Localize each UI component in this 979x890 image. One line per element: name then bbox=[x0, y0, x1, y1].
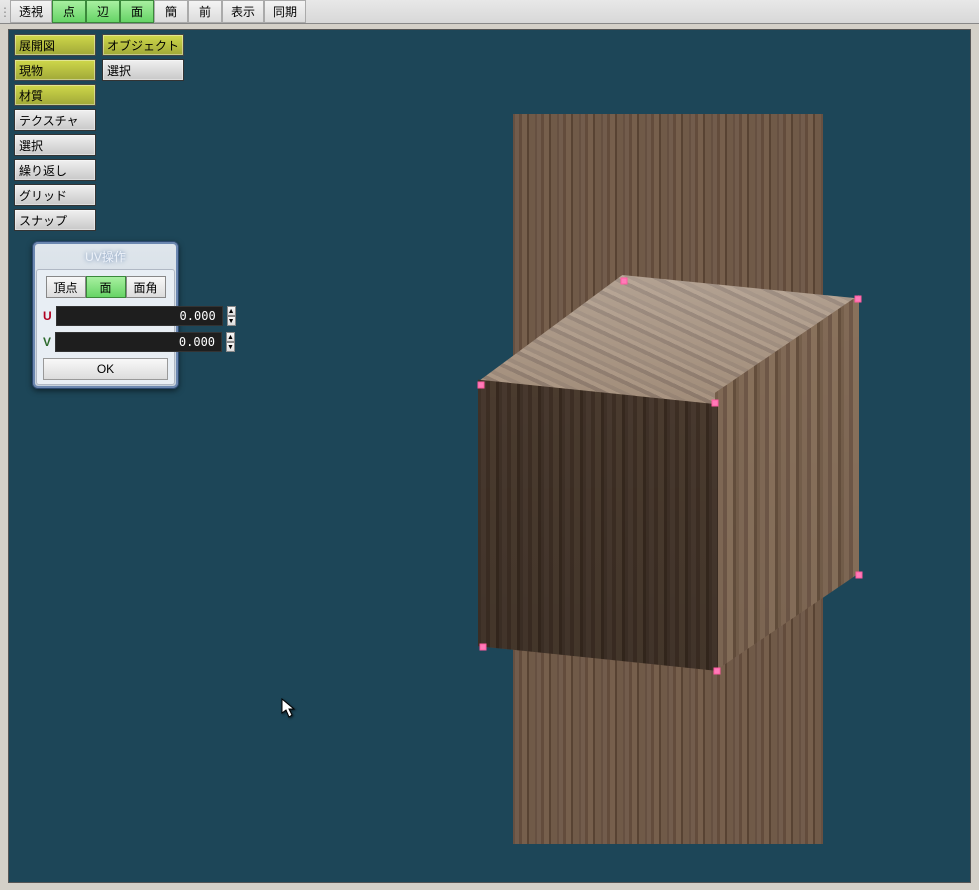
vertex-handle[interactable] bbox=[621, 278, 628, 285]
toolbar-perspective-button[interactable]: 透視 bbox=[10, 0, 52, 23]
cube-left-face[interactable] bbox=[478, 361, 718, 671]
vertex-handle[interactable] bbox=[855, 296, 862, 303]
toolbar-simple-button[interactable]: 簡 bbox=[154, 0, 188, 23]
top-toolbar: ⋮ 透視 点 辺 面 簡 前 表示 同期 bbox=[0, 0, 979, 24]
vertex-handle[interactable] bbox=[478, 382, 485, 389]
toolbar-sync-button[interactable]: 同期 bbox=[264, 0, 306, 23]
vertex-handle[interactable] bbox=[480, 644, 487, 651]
toolbar-display-button[interactable]: 表示 bbox=[222, 0, 264, 23]
toolbar-grip-icon: ⋮ bbox=[0, 0, 10, 23]
vertex-handle[interactable] bbox=[856, 572, 863, 579]
toolbar-front-button[interactable]: 前 bbox=[188, 0, 222, 23]
scene-objects bbox=[9, 30, 970, 882]
viewport-3d[interactable]: 展開図 現物 材質 テクスチャ 選択 繰り返し グリッド スナップ オブジェクト… bbox=[8, 29, 971, 883]
vertex-handle[interactable] bbox=[712, 400, 719, 407]
vertex-handle[interactable] bbox=[714, 668, 721, 675]
toolbar-vertex-button[interactable]: 点 bbox=[52, 0, 86, 23]
wood-cube-object[interactable] bbox=[463, 275, 873, 695]
toolbar-edge-button[interactable]: 辺 bbox=[86, 0, 120, 23]
toolbar-face-button[interactable]: 面 bbox=[120, 0, 154, 23]
